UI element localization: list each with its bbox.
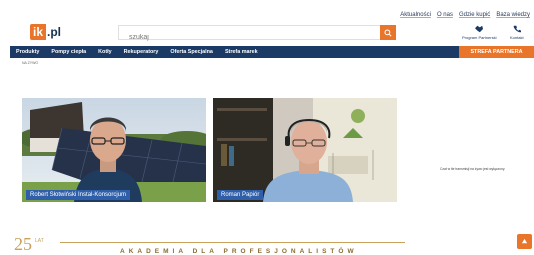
anniversary-logo: 25 LAT [14, 232, 46, 255]
contact-link[interactable]: Kontakt [510, 25, 524, 40]
search-button[interactable] [380, 25, 396, 40]
search-icon [384, 28, 392, 37]
logo-ik: ik [30, 24, 47, 40]
search-input[interactable] [119, 31, 374, 44]
phone-icon [513, 25, 521, 33]
top-link-news[interactable]: Aktualności [400, 12, 431, 18]
nav-item-special-offer[interactable]: Oferta Specjalna [170, 49, 213, 55]
top-link-where-to-buy[interactable]: Gdzie kupić [459, 12, 490, 18]
partner-program-link[interactable]: Program Partnerski [462, 25, 496, 40]
anniversary-number: 25 [14, 234, 32, 254]
search-bar [118, 25, 396, 44]
akademia-title: AKADEMIA DLA PROFESJONALISTÓW [120, 248, 358, 255]
partner-zone-button[interactable]: STREFA PARTNERA [459, 46, 534, 58]
akademia-divider [60, 242, 405, 243]
main-nav: Produkty Pompy ciepła Kotły Rekuperatory… [10, 46, 534, 58]
logo-pl: .pl [47, 25, 62, 39]
anniversary-sub: LAT [35, 238, 44, 244]
nav-item-products[interactable]: Produkty [16, 49, 39, 55]
nav-item-heat-pumps[interactable]: Pompy ciepła [51, 49, 86, 55]
video-caption-2: Roman Papiór [217, 190, 264, 200]
top-link-knowledge-base[interactable]: Baza wiedzy [496, 12, 530, 18]
page: Aktualności O nas Gdzie kupić Baza wiedz… [0, 0, 534, 255]
nav-item-boilers[interactable]: Kotły [98, 49, 111, 55]
nav-item-recuperators[interactable]: Rekuperatory [124, 49, 159, 55]
top-links: Aktualności O nas Gdzie kupić Baza wiedz… [400, 12, 530, 18]
video-caption-1: Robert Słotwiński Instal-Konsorcjum [26, 190, 131, 200]
stream-status-text: Czat w tle transmisji na żywo jest wyłąc… [440, 167, 506, 171]
video-frame-solar [22, 98, 206, 202]
live-label: NA ŻYWO [22, 61, 39, 65]
handshake-icon [475, 25, 484, 33]
arrow-up-icon [521, 238, 528, 244]
scroll-to-top-button[interactable] [517, 234, 532, 249]
top-link-about[interactable]: O nas [437, 12, 453, 18]
logo[interactable]: ik .pl [30, 24, 61, 40]
nav-item-brand-zone[interactable]: Strefa marek [225, 49, 258, 55]
video-frame-office [213, 98, 397, 202]
video-panel-2[interactable]: Roman Papiór [213, 98, 397, 202]
video-panel-1[interactable]: Robert Słotwiński Instal-Konsorcjum [22, 98, 206, 202]
partner-program-label: Program Partnerski [462, 35, 497, 40]
contact-label: Kontakt [510, 35, 524, 40]
